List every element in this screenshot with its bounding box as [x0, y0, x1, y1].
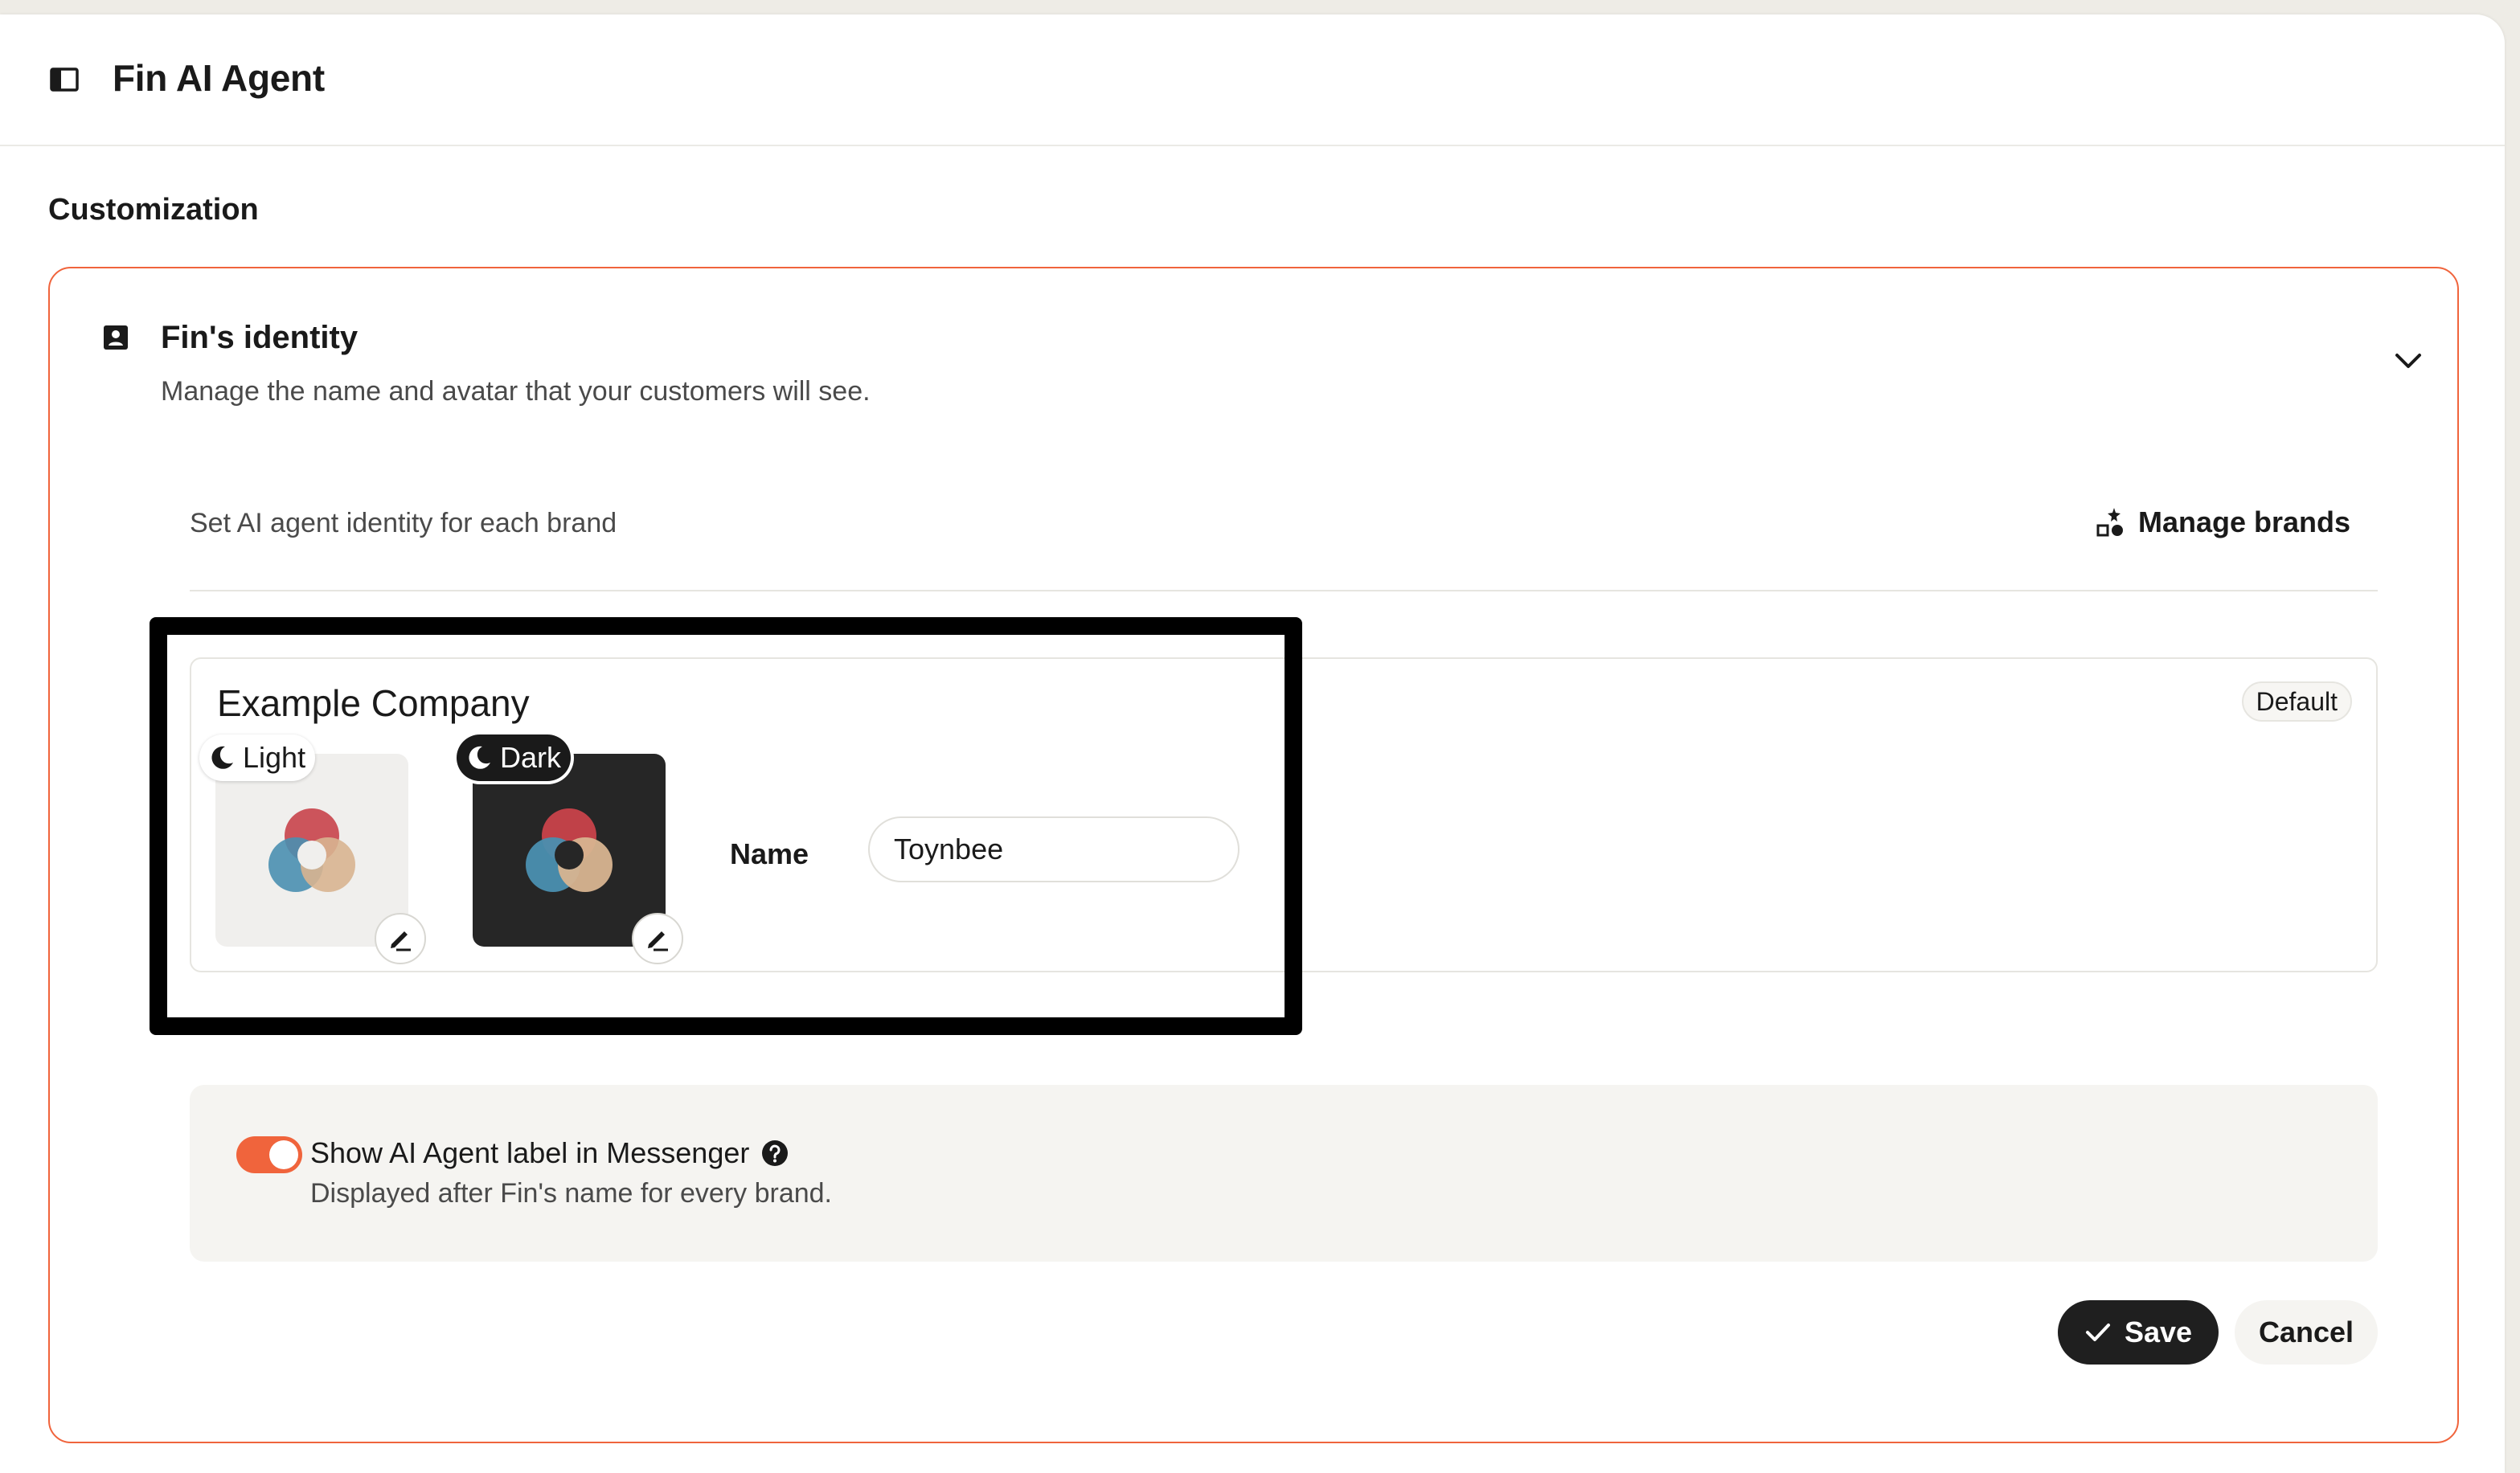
ai-label-title: Show AI Agent label in Messenger — [310, 1136, 750, 1169]
help-icon[interactable] — [760, 1139, 789, 1168]
light-mode-pill[interactable]: Light — [199, 734, 316, 781]
save-button[interactable]: Save — [2058, 1300, 2219, 1365]
ai-label-title-row: Show AI Agent label in Messenger — [310, 1136, 789, 1170]
contact-card-icon — [104, 325, 128, 350]
divider — [190, 590, 2378, 591]
light-avatar-tile: Light — [199, 734, 426, 964]
brand-card: Example Company Default Light Dark Name … — [190, 657, 2378, 972]
light-mode-label: Light — [243, 741, 306, 774]
save-label: Save — [2124, 1315, 2193, 1348]
name-field-label: Name — [730, 837, 809, 870]
identity-subtitle: Manage the name and avatar that your cus… — [161, 376, 871, 407]
edit-light-avatar-button[interactable] — [375, 913, 426, 964]
section-title: Customization — [48, 193, 259, 227]
default-badge: Default — [2241, 681, 2352, 722]
chevron-down-icon[interactable] — [2392, 349, 2424, 373]
edit-dark-avatar-button[interactable] — [632, 913, 683, 964]
ai-label-subtitle: Displayed after Fin's name for every bra… — [310, 1178, 833, 1209]
agent-name-input[interactable] — [868, 816, 1240, 882]
pencil-icon — [391, 931, 411, 951]
moon-icon — [469, 746, 490, 769]
brand-identity-label: Set AI agent identity for each brand — [190, 508, 617, 538]
checkmark-icon — [2085, 1324, 2110, 1341]
page-title: Fin AI Agent — [113, 57, 325, 99]
ai-label-panel: Show AI Agent label in Messenger Display… — [190, 1085, 2378, 1262]
dark-mode-pill[interactable]: Dark — [457, 734, 572, 781]
manage-brands-label: Manage brands — [2138, 505, 2351, 538]
dark-avatar-tile: Dark — [457, 734, 683, 964]
shapes-sparkle-icon — [2096, 508, 2123, 537]
dark-mode-label: Dark — [500, 741, 562, 774]
sidebar-toggle-icon[interactable] — [50, 68, 79, 92]
app-window: Fin AI Agent Customization Fin's identit… — [0, 14, 2505, 1473]
identity-title: Fin's identity — [161, 320, 359, 355]
brand-company-name: Example Company — [217, 682, 530, 724]
ai-label-toggle[interactable] — [236, 1136, 302, 1173]
pencil-icon — [648, 931, 668, 951]
page-header: Fin AI Agent — [0, 14, 2505, 146]
manage-brands-button[interactable]: Manage brands — [2095, 500, 2350, 545]
moon-icon — [211, 746, 233, 769]
brand-logo-light — [268, 808, 355, 892]
cancel-button[interactable]: Cancel — [2235, 1300, 2378, 1365]
brand-logo-dark — [526, 808, 613, 892]
